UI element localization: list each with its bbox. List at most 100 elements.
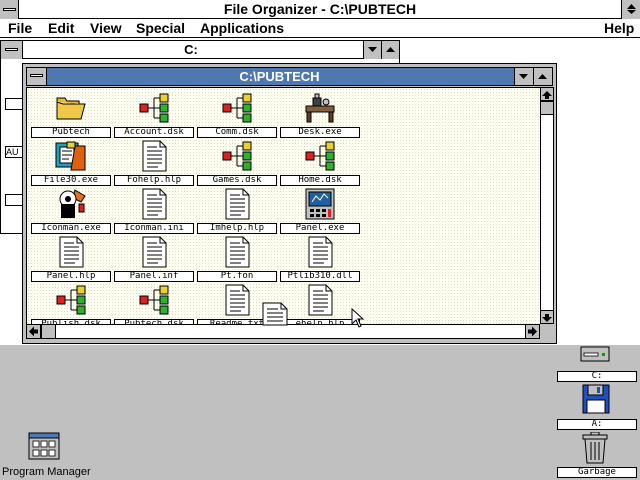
menu-help[interactable]: Help — [604, 20, 634, 36]
file-item[interactable]: Panel.hlp — [30, 236, 112, 284]
garbage-label: Garbage — [557, 467, 637, 478]
menu-view[interactable]: View — [90, 20, 122, 36]
drive-c-system-menu-button[interactable] — [1, 41, 23, 59]
scroll-right-button[interactable] — [525, 324, 540, 339]
app-titlebar[interactable]: File Organizer - C:\PUBTECH — [0, 0, 640, 19]
scroll-up-button[interactable] — [540, 87, 554, 101]
pubtech-minimize-button[interactable] — [514, 68, 533, 85]
file-app-icon — [55, 140, 87, 172]
file-item-label: Panel.inf — [114, 271, 194, 282]
file-item-label: Iconman.exe — [31, 223, 111, 234]
file-item[interactable]: Games.dsk — [196, 140, 278, 188]
menu-file[interactable]: File — [8, 20, 32, 36]
menu-applications[interactable]: Applications — [200, 20, 284, 36]
drive-c-title: C: — [184, 42, 198, 57]
program-manager-label: Program Manager — [2, 466, 91, 478]
maximize-icon — [627, 4, 636, 14]
file-item[interactable]: Pubtech — [30, 92, 112, 140]
file-item[interactable]: File30.exe — [30, 140, 112, 188]
file-item[interactable]: Publish.dsk — [30, 284, 112, 324]
desktop-file-icon — [221, 92, 253, 124]
drive-a-desktop-icon[interactable] — [582, 384, 610, 414]
document-icon — [221, 284, 253, 316]
document-icon — [304, 236, 336, 268]
arrow-up-icon — [542, 91, 552, 99]
floppy-disk-icon — [582, 384, 610, 414]
vertical-scrollbar[interactable] — [540, 87, 554, 324]
file-item[interactable]: Comm.dsk — [196, 92, 278, 140]
file-item[interactable]: ehelp.hlp — [279, 284, 361, 324]
document-icon — [221, 236, 253, 268]
desktop-file-icon — [138, 284, 170, 316]
drive-c-label: C: — [557, 371, 637, 382]
document-icon — [55, 236, 87, 268]
mouse-pointer-icon — [351, 307, 365, 328]
vertical-scroll-thumb[interactable] — [540, 101, 554, 115]
system-menu-icon — [3, 8, 16, 11]
file-item-label: Panel.exe — [280, 223, 360, 234]
dragged-document-icon — [262, 302, 288, 326]
pubtech-folder-window[interactable]: C:\PUBTECH Pubtech Account.dsk Comm.dsk Des… — [22, 63, 557, 344]
document-icon — [304, 284, 336, 316]
pubtech-system-menu-button[interactable] — [27, 68, 47, 85]
arrow-left-icon — [29, 326, 38, 337]
file-item-label: Account.dsk — [114, 127, 194, 138]
file-item-label: File30.exe — [31, 175, 111, 186]
document-icon — [138, 236, 170, 268]
file-item-label: Iconman.ini — [114, 223, 194, 234]
document-icon — [138, 188, 170, 220]
arrow-down-icon — [542, 314, 552, 322]
menu-edit[interactable]: Edit — [48, 20, 74, 36]
scroll-down-button[interactable] — [540, 310, 554, 324]
file-item-label: Games.dsk — [197, 175, 277, 186]
drive-c-titlebar[interactable]: C: — [1, 41, 399, 59]
document-icon — [138, 140, 170, 172]
system-menu-icon — [5, 48, 18, 51]
system-menu-icon — [30, 74, 43, 77]
file-item[interactable]: Home.dsk — [279, 140, 361, 188]
desktop-file-icon — [221, 140, 253, 172]
hard-drive-icon — [580, 346, 610, 362]
horizontal-scrollbar[interactable] — [26, 324, 540, 339]
drive-a-label: A: — [557, 419, 637, 430]
file-item-label: Imhelp.hlp — [197, 223, 277, 234]
scroll-left-button[interactable] — [26, 324, 41, 339]
menu-special[interactable]: Special — [136, 20, 185, 36]
document-icon — [221, 188, 253, 220]
program-manager-icon — [28, 432, 60, 460]
system-menu-button[interactable] — [0, 0, 19, 19]
file-item-label: Home.dsk — [280, 175, 360, 186]
file-item[interactable]: Pubtech.dsk — [113, 284, 195, 324]
file-item-label: Fohelp.hlp — [114, 175, 194, 186]
program-manager-desktop-icon[interactable] — [28, 432, 60, 462]
file-item-label: Panel.hlp — [31, 271, 111, 282]
pubtech-titlebar[interactable]: C:\PUBTECH — [26, 67, 553, 86]
menu-bar: File Edit View Special Applications Help — [0, 19, 640, 38]
desktop-file-icon — [55, 284, 87, 316]
file-item[interactable]: Iconman.ini — [113, 188, 195, 236]
drive-c-minimize-button[interactable] — [363, 41, 381, 59]
folder-icon — [55, 92, 87, 124]
file-item[interactable]: Panel.exe — [279, 188, 361, 236]
file-item[interactable]: Account.dsk — [113, 92, 195, 140]
horizontal-scroll-thumb[interactable] — [41, 324, 56, 339]
file-item[interactable]: Panel.inf — [113, 236, 195, 284]
drive-c-desktop-icon[interactable] — [580, 345, 610, 363]
desk-app-icon — [304, 92, 336, 124]
trash-can-icon — [582, 431, 608, 464]
garbage-desktop-icon[interactable] — [582, 431, 608, 464]
file-item[interactable]: Desk.exe — [279, 92, 361, 140]
file-item[interactable]: Imhelp.hlp — [196, 188, 278, 236]
file-item[interactable]: Ptlib310.dll — [279, 236, 361, 284]
drive-c-maximize-button[interactable] — [381, 41, 399, 59]
maximize-button[interactable] — [621, 0, 640, 19]
file-item-label: Ptlib310.dll — [280, 271, 360, 282]
file-item-label: Pt.fon — [197, 271, 277, 282]
file-item[interactable]: Fohelp.hlp — [113, 140, 195, 188]
file-item[interactable]: Iconman.exe — [30, 188, 112, 236]
file-item-label: Comm.dsk — [197, 127, 277, 138]
desktop-file-icon — [304, 140, 336, 172]
panel-app-icon — [304, 188, 336, 220]
file-item[interactable]: Pt.fon — [196, 236, 278, 284]
pubtech-maximize-button[interactable] — [533, 68, 552, 85]
